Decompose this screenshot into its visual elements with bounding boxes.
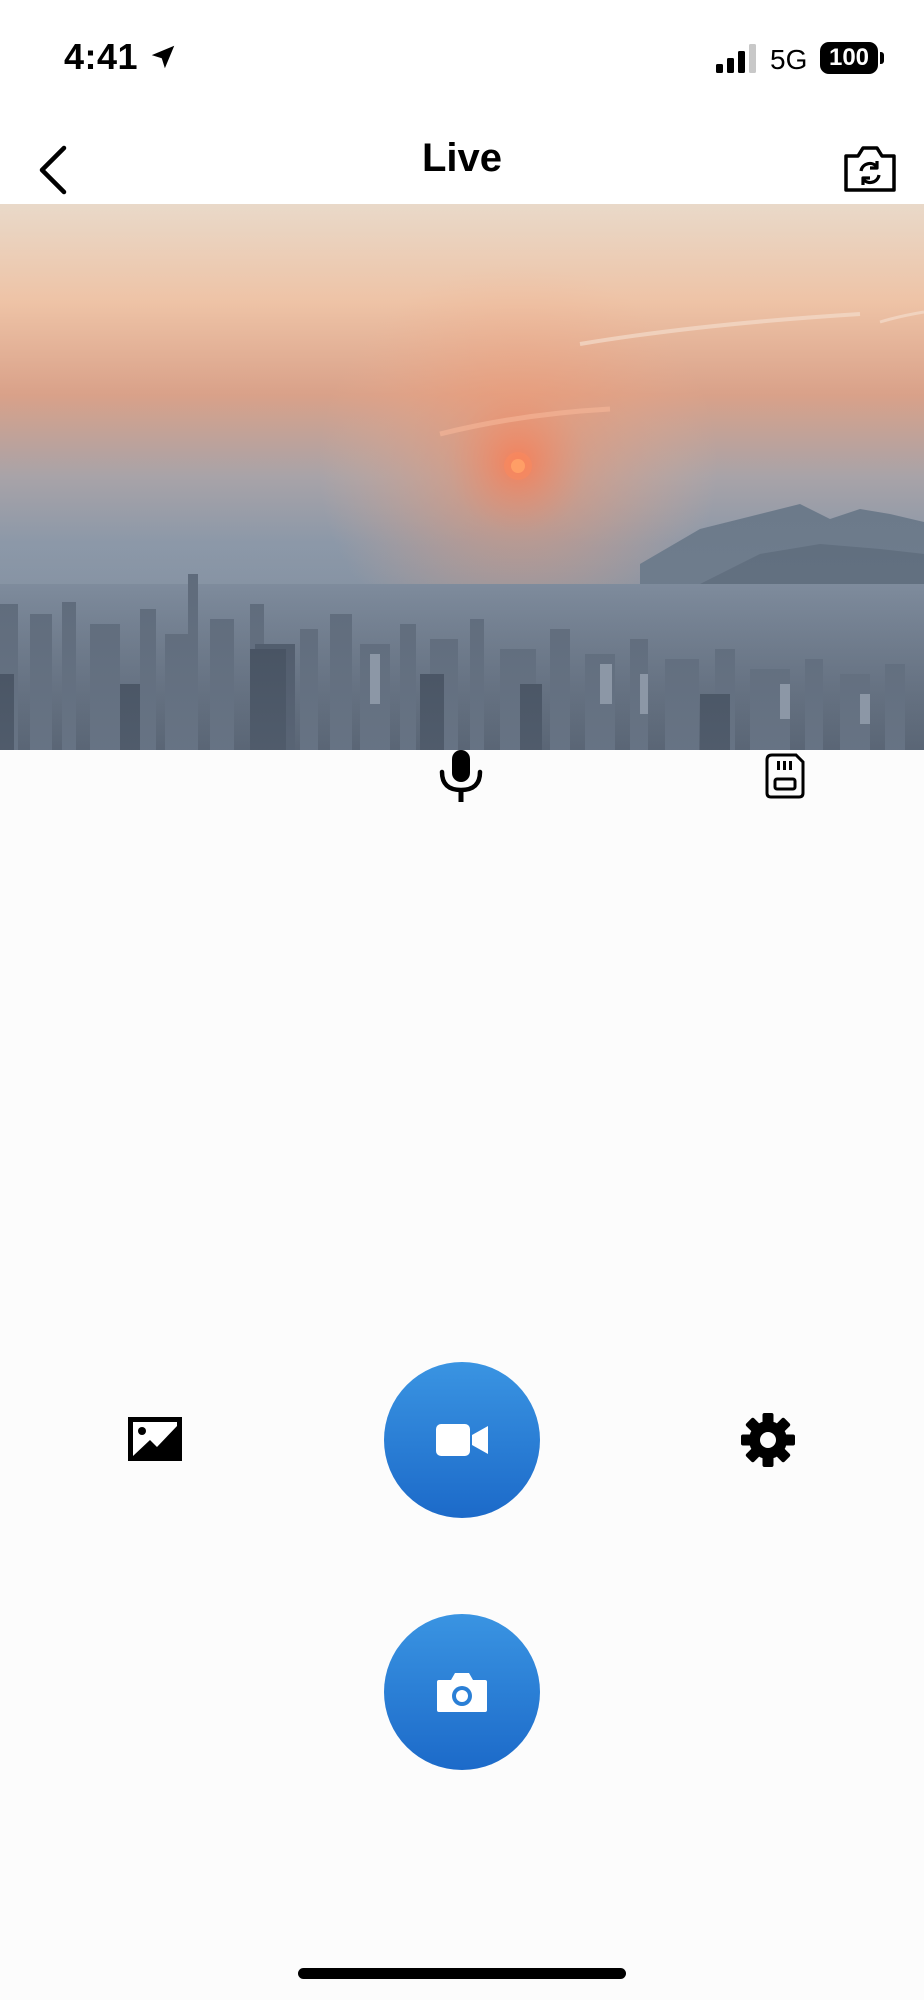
gear-icon[interactable] — [740, 1412, 796, 1468]
microphone-icon[interactable] — [436, 748, 486, 804]
status-bar: 4:41 5G 100 — [0, 0, 924, 118]
status-time: 4:41 — [64, 36, 139, 77]
battery-level: 100 — [828, 44, 870, 71]
record-video-button[interactable] — [384, 1362, 540, 1518]
take-snapshot-button[interactable] — [384, 1614, 540, 1770]
cellular-signal-icon — [716, 44, 756, 73]
sd-card-icon[interactable] — [764, 752, 806, 800]
nav-header: Live — [0, 118, 924, 204]
live-video-view[interactable] — [0, 204, 924, 750]
camera-icon — [437, 1673, 487, 1712]
page-title: Live — [421, 136, 503, 180]
live-camera-feed — [0, 204, 924, 750]
home-indicator — [298, 1968, 626, 1979]
location-arrow-icon — [151, 45, 175, 69]
battery-icon: 100 — [820, 42, 878, 74]
camera-switch-icon[interactable] — [842, 144, 898, 194]
image-gallery-icon[interactable] — [126, 1414, 184, 1464]
battery-tip — [880, 52, 884, 64]
video-camera-icon — [436, 1424, 488, 1456]
network-type: 5G — [770, 44, 808, 75]
